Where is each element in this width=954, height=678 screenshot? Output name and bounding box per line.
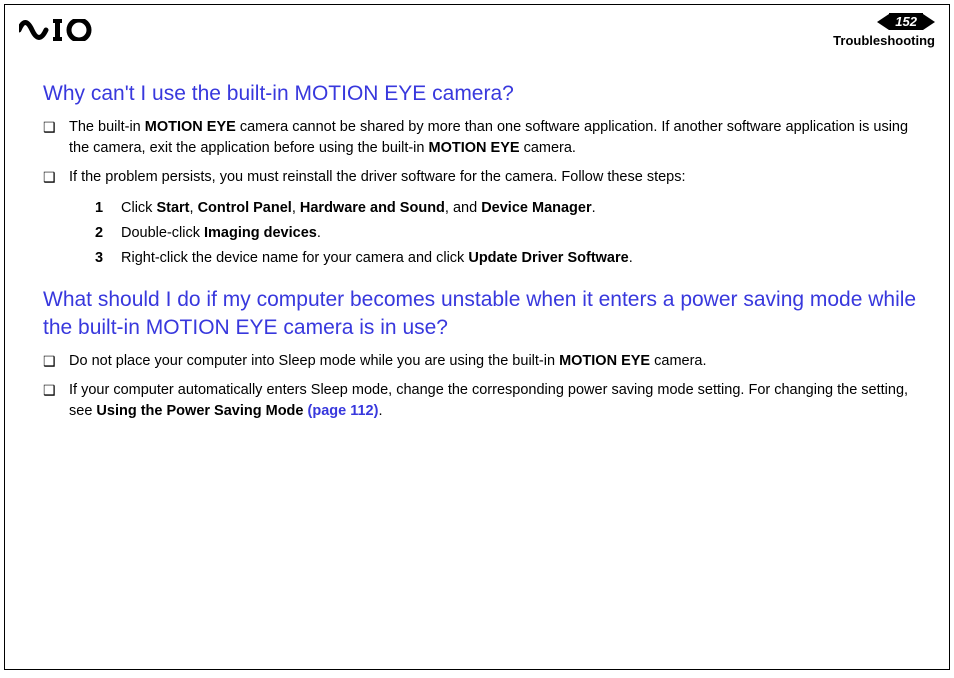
prev-page-icon[interactable] bbox=[877, 14, 889, 30]
question-2-answers: Do not place your computer into Sleep mo… bbox=[43, 351, 919, 422]
document-page: 152 Troubleshooting Why can't I use the … bbox=[4, 4, 950, 670]
page-number-badge: 152 bbox=[877, 13, 935, 30]
list-item: The built-in MOTION EYE camera cannot be… bbox=[43, 117, 919, 159]
page-number: 152 bbox=[889, 13, 923, 30]
section-label: Troubleshooting bbox=[833, 33, 935, 48]
question-1-answers: The built-in MOTION EYE camera cannot be… bbox=[43, 117, 919, 270]
list-item: Do not place your computer into Sleep mo… bbox=[43, 351, 919, 372]
steps-list: 1 Click Start, Control Panel, Hardware a… bbox=[69, 196, 919, 270]
header-right: 152 Troubleshooting bbox=[833, 13, 935, 48]
list-item: If the problem persists, you must reinst… bbox=[43, 167, 919, 270]
page-content: Why can't I use the built-in MOTION EYE … bbox=[5, 52, 949, 422]
step-number: 3 bbox=[95, 246, 103, 271]
step-item: 2 Double-click Imaging devices. bbox=[95, 221, 919, 246]
question-1-heading: Why can't I use the built-in MOTION EYE … bbox=[43, 80, 919, 107]
step-number: 1 bbox=[95, 196, 103, 221]
step-item: 3 Right-click the device name for your c… bbox=[95, 246, 919, 271]
vaio-logo bbox=[19, 13, 115, 41]
page-reference-link[interactable]: (page 112) bbox=[308, 403, 379, 419]
next-page-icon[interactable] bbox=[923, 14, 935, 30]
list-item: If your computer automatically enters Sl… bbox=[43, 380, 919, 422]
step-item: 1 Click Start, Control Panel, Hardware a… bbox=[95, 196, 919, 221]
question-2-heading: What should I do if my computer becomes … bbox=[43, 286, 919, 341]
page-header: 152 Troubleshooting bbox=[5, 5, 949, 52]
step-number: 2 bbox=[95, 221, 103, 246]
